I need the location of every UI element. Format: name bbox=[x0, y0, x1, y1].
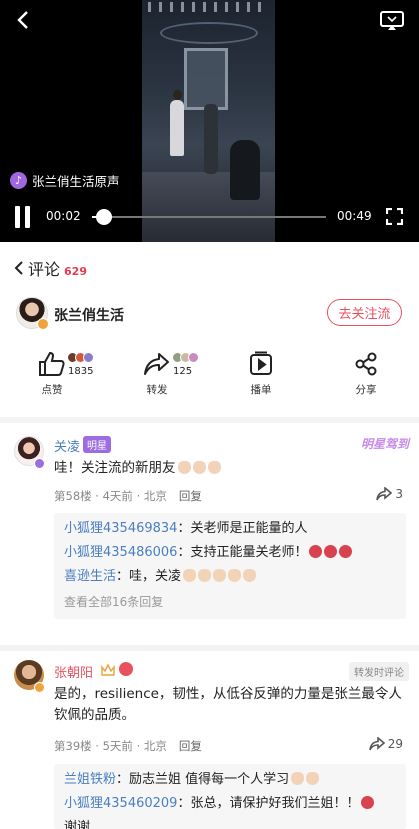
clap-emoji-icon bbox=[198, 569, 212, 582]
reply-overflow-text: 谢谢 bbox=[64, 820, 91, 829]
follow-button[interactable]: 去关注流 bbox=[327, 299, 402, 326]
cast-tv-icon[interactable] bbox=[379, 10, 405, 32]
reposter-avatars bbox=[172, 352, 199, 363]
comment-meta: 第39楼 · 5天前 · 北京 回复 bbox=[54, 739, 202, 753]
reply-item[interactable]: 兰姐铁粉：励志兰姐 值得每一个人学习 bbox=[64, 768, 396, 792]
rose-emoji-icon bbox=[324, 545, 338, 558]
repost-label: 转发 bbox=[146, 384, 168, 396]
action-bar: 点赞 1835 转发 125 播单 分享 bbox=[0, 350, 419, 400]
clap-emoji-icon bbox=[228, 569, 242, 582]
reply-item[interactable]: 小狐狸435460209：张总，请保护好我们兰姐！！ bbox=[64, 792, 396, 816]
reply-item[interactable]: 小狐狸435486006：支持正能量关老师！ bbox=[64, 541, 396, 565]
playback-controls: 00:02 00:49 bbox=[0, 203, 419, 231]
share-action[interactable]: 分享 bbox=[336, 350, 396, 397]
author-row: 张兰俏生活 去关注流 bbox=[16, 297, 406, 333]
repost-arrow-icon bbox=[376, 487, 393, 501]
repost-count: 125 bbox=[173, 366, 193, 377]
reply-list: 小狐狸435469834：关老师是正能量的人 小狐狸435486006：支持正能… bbox=[54, 513, 406, 619]
comments-count: 629 bbox=[64, 265, 87, 278]
section-divider bbox=[0, 645, 419, 651]
verified-badge-icon bbox=[34, 682, 45, 693]
comment-share-button[interactable]: 29 bbox=[368, 737, 403, 751]
comment-text: 哇！关注流的新朋友 bbox=[54, 458, 409, 479]
clap-emoji-icon bbox=[243, 569, 257, 582]
rose-emoji-icon bbox=[309, 545, 323, 558]
progress-slider[interactable] bbox=[92, 209, 326, 225]
like-action[interactable]: 点赞 1835 bbox=[22, 350, 94, 397]
crown-icon bbox=[101, 662, 115, 676]
star-tag: 明星 bbox=[83, 436, 111, 453]
pause-button[interactable] bbox=[13, 206, 33, 228]
verified-badge-icon bbox=[37, 318, 49, 330]
like-count: 1835 bbox=[68, 366, 94, 377]
see-all-replies-link[interactable]: 查看全部16条回复 bbox=[64, 589, 396, 615]
section-divider bbox=[0, 417, 419, 423]
comment-meta: 第58楼 · 4天前 · 北京 回复 bbox=[54, 489, 202, 503]
original-sound-tag[interactable]: ♪ 张兰俏生活原声 bbox=[10, 171, 120, 190]
clap-emoji-icon bbox=[177, 461, 191, 474]
playlist-action[interactable]: 播单 bbox=[231, 350, 291, 397]
repost-comment-tag: 转发时评论 bbox=[349, 662, 409, 681]
share-label: 分享 bbox=[355, 384, 377, 396]
comment-username[interactable]: 关凌 bbox=[54, 436, 80, 455]
clap-emoji-icon bbox=[183, 569, 197, 582]
author-name[interactable]: 张兰俏生活 bbox=[54, 305, 124, 325]
playlist-label: 播单 bbox=[250, 384, 272, 396]
comment-username[interactable]: 张朝阳 bbox=[54, 662, 93, 681]
like-label: 点赞 bbox=[41, 384, 63, 396]
reply-list: 兰姐铁粉：励志兰姐 值得每一个人学习 小狐狸435460209：张总，请保护好我… bbox=[54, 764, 406, 829]
share-nodes-icon bbox=[336, 350, 396, 378]
clap-emoji-icon bbox=[192, 461, 206, 474]
back-icon[interactable] bbox=[12, 8, 36, 32]
fullscreen-icon[interactable] bbox=[385, 207, 404, 226]
current-time: 00:02 bbox=[46, 209, 81, 223]
clap-emoji-icon bbox=[213, 569, 227, 582]
vip-badge-icon bbox=[34, 458, 45, 469]
liker-avatars bbox=[67, 352, 94, 363]
chevron-left-icon[interactable] bbox=[14, 260, 24, 279]
star-arrival-badge: 明星驾到 bbox=[360, 437, 409, 451]
level-badge-icon bbox=[119, 662, 133, 676]
reply-item[interactable]: 喜逊生活：哇，关凌 bbox=[64, 565, 396, 589]
video-player[interactable]: ♪ 张兰俏生活原声 00:02 00:49 bbox=[0, 0, 419, 242]
reply-item[interactable]: 小狐狸435469834：关老师是正能量的人 bbox=[64, 517, 396, 541]
total-time: 00:49 bbox=[337, 209, 372, 223]
clap-emoji-icon bbox=[291, 772, 305, 785]
repost-arrow-icon bbox=[368, 737, 385, 751]
comments-header[interactable]: 评论 629 bbox=[14, 256, 87, 280]
clap-emoji-icon bbox=[207, 461, 221, 474]
rose-emoji-icon bbox=[361, 796, 375, 809]
playlist-icon bbox=[231, 350, 291, 378]
rose-emoji-icon bbox=[339, 545, 353, 558]
reply-button[interactable]: 回复 bbox=[179, 739, 202, 753]
clap-emoji-icon bbox=[306, 772, 320, 785]
music-note-icon: ♪ bbox=[10, 172, 27, 189]
sound-label: 张兰俏生活原声 bbox=[32, 174, 120, 189]
comment-share-button[interactable]: 3 bbox=[376, 487, 403, 501]
comments-title: 评论 bbox=[28, 260, 61, 279]
comment-text: 是的，resilience，韧性，从低谷反弹的力量是张兰最令人钦佩的品质。 bbox=[54, 686, 402, 723]
reply-button[interactable]: 回复 bbox=[179, 489, 202, 503]
repost-action[interactable]: 转发 125 bbox=[127, 350, 199, 397]
progress-knob[interactable] bbox=[96, 209, 112, 225]
